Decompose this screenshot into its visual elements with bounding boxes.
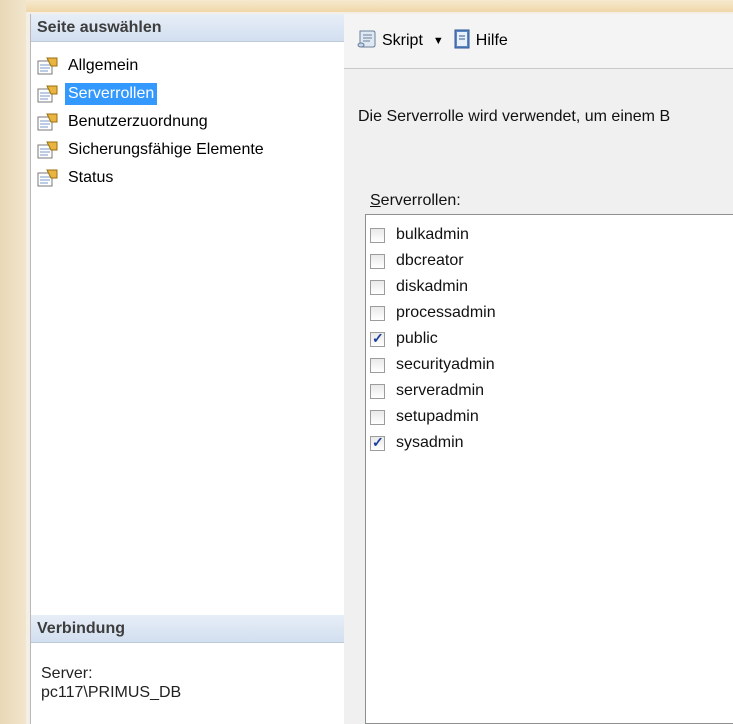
role-row-dbcreator[interactable]: dbcreator bbox=[370, 248, 733, 274]
window-frame-top bbox=[0, 0, 733, 12]
role-checkbox[interactable] bbox=[370, 383, 385, 399]
page-item-sicherungsfaehige-elemente[interactable]: Sicherungsfähige Elemente bbox=[37, 136, 267, 164]
properties-page-icon bbox=[37, 113, 59, 131]
role-row-public[interactable]: public bbox=[370, 326, 733, 352]
server-value: pc117\PRIMUS_DB bbox=[41, 684, 182, 701]
role-checkbox[interactable] bbox=[370, 357, 385, 373]
role-label: setupadmin bbox=[396, 408, 479, 425]
role-label: sysadmin bbox=[396, 434, 464, 451]
select-page-header: Seite auswählen bbox=[31, 14, 344, 42]
select-page-panel: Seite auswählen Allgemein Serverrollen B… bbox=[30, 14, 345, 724]
role-checkbox[interactable] bbox=[370, 409, 385, 425]
server-label: Server: bbox=[41, 665, 93, 682]
role-row-setupadmin[interactable]: setupadmin bbox=[370, 404, 733, 430]
help-label: Hilfe bbox=[475, 32, 508, 49]
properties-page-icon bbox=[37, 85, 59, 103]
role-label: securityadmin bbox=[396, 356, 495, 373]
connection-info: Server: pc117\PRIMUS_DB bbox=[41, 664, 181, 702]
role-checkbox[interactable] bbox=[370, 227, 385, 243]
role-row-diskadmin[interactable]: diskadmin bbox=[370, 274, 733, 300]
page-item-label: Benutzerzuordnung bbox=[68, 113, 208, 130]
role-row-processadmin[interactable]: processadmin bbox=[370, 300, 733, 326]
server-roles-label-accesskey: S bbox=[370, 192, 381, 209]
role-checkbox[interactable] bbox=[370, 253, 385, 269]
role-checkbox[interactable] bbox=[370, 305, 385, 321]
role-label: processadmin bbox=[396, 304, 496, 321]
page-list: Allgemein Serverrollen Benutzerzuordnung… bbox=[37, 52, 267, 192]
help-button[interactable]: Hilfe bbox=[452, 28, 508, 55]
content-panel: Skript ▼ Hilfe Die Serverrolle wird verw… bbox=[344, 14, 733, 724]
role-row-securityadmin[interactable]: securityadmin bbox=[370, 352, 733, 378]
window-frame-left bbox=[0, 0, 26, 724]
connection-header: Verbindung bbox=[31, 615, 344, 643]
role-row-serveradmin[interactable]: serveradmin bbox=[370, 378, 733, 404]
page-item-label: Sicherungsfähige Elemente bbox=[68, 141, 264, 158]
properties-page-icon bbox=[37, 141, 59, 159]
role-row-sysadmin[interactable]: sysadmin bbox=[370, 430, 733, 456]
page-item-benutzerzuordnung[interactable]: Benutzerzuordnung bbox=[37, 108, 267, 136]
role-row-bulkadmin[interactable]: bulkadmin bbox=[370, 222, 733, 248]
properties-page-icon bbox=[37, 57, 59, 75]
page-item-allgemein[interactable]: Allgemein bbox=[37, 52, 267, 80]
properties-page-icon bbox=[37, 169, 59, 187]
page-item-status[interactable]: Status bbox=[37, 164, 267, 192]
server-roles-label-rest: erverrollen: bbox=[380, 192, 461, 209]
page-item-label: Allgemein bbox=[68, 57, 139, 74]
description-text: Die Serverrolle wird verwendet, um einem… bbox=[358, 108, 671, 125]
script-label: Skript bbox=[382, 32, 423, 49]
server-roles-label: Serverrollen: bbox=[370, 192, 461, 210]
script-scroll-icon bbox=[356, 28, 382, 55]
role-label: public bbox=[396, 330, 438, 347]
role-label: bulkadmin bbox=[396, 226, 469, 243]
help-book-icon bbox=[452, 28, 476, 55]
role-checkbox[interactable] bbox=[370, 330, 385, 347]
server-roles-list: bulkadmin dbcreator diskadmin processadm… bbox=[365, 214, 733, 724]
role-checkbox[interactable] bbox=[370, 434, 385, 451]
role-label: diskadmin bbox=[396, 278, 469, 295]
role-checkbox[interactable] bbox=[370, 279, 385, 295]
role-label: dbcreator bbox=[396, 252, 464, 269]
page-item-serverrollen[interactable]: Serverrollen bbox=[37, 80, 267, 108]
page-item-label: Serverrollen bbox=[65, 83, 158, 105]
toolbar: Skript ▼ Hilfe bbox=[344, 14, 733, 69]
role-label: serveradmin bbox=[396, 382, 485, 399]
caret-down-icon[interactable]: ▼ bbox=[433, 35, 444, 47]
script-button[interactable]: Skript ▼ bbox=[356, 28, 450, 55]
page-item-label: Status bbox=[68, 169, 114, 186]
